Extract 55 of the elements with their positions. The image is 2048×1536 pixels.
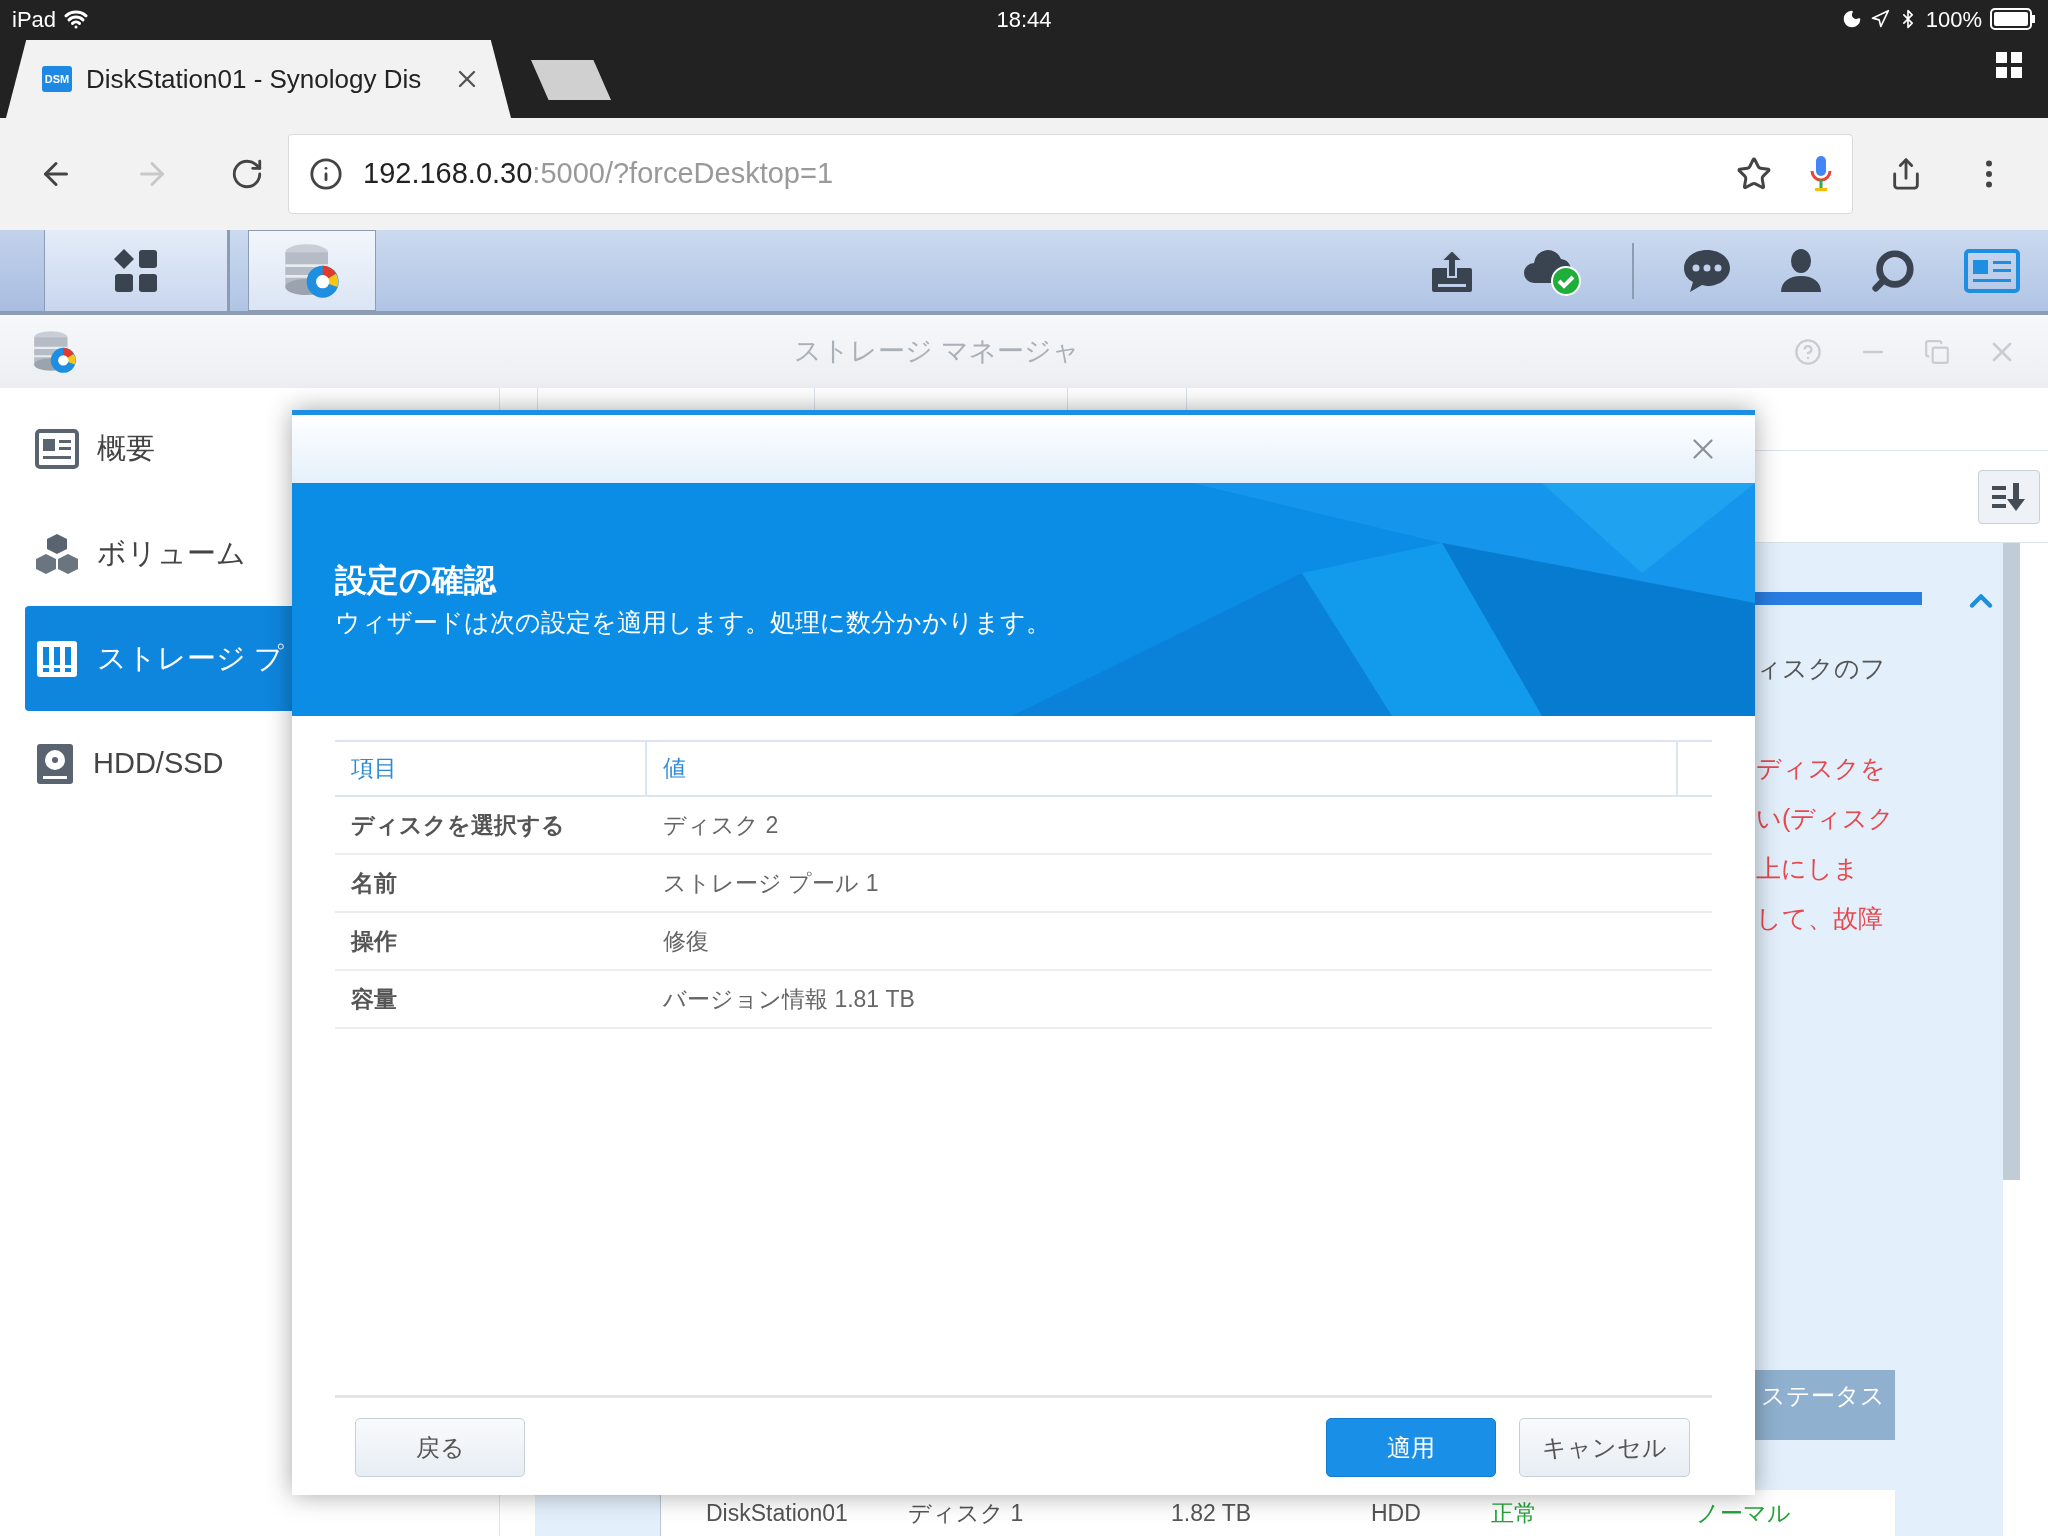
- dialog-title: 設定の確認: [335, 561, 498, 600]
- table-cell-text: DiskStation01: [706, 1498, 849, 1528]
- panel-text: して、故障: [1756, 903, 1884, 934]
- sort-button[interactable]: [1978, 469, 2040, 524]
- star-icon[interactable]: [1736, 156, 1772, 192]
- user-icon[interactable]: [1780, 247, 1822, 294]
- table-cell-text: ノーマル: [1696, 1498, 1792, 1528]
- table-cell-text: 1.82 TB: [1171, 1498, 1253, 1528]
- table-cell-text: ストレージ プール 1: [662, 868, 879, 898]
- panel-text: ィスクのフ: [1756, 653, 1887, 684]
- table-cell-text: ディスクを選択する: [350, 810, 566, 840]
- table-cell-text: HDD: [1371, 1498, 1422, 1528]
- tab-switcher-icon[interactable]: [1996, 52, 2022, 78]
- main-menu-button[interactable]: [45, 230, 230, 311]
- taskbar-handle[interactable]: [0, 230, 45, 311]
- id-card-icon: [35, 428, 79, 469]
- reload-icon[interactable]: [230, 157, 264, 191]
- sidebar-item[interactable]: 概要: [25, 396, 499, 501]
- storage-manager-taskbar-button[interactable]: [248, 230, 376, 311]
- microphone-icon[interactable]: [1810, 155, 1832, 193]
- sort-icon: [1992, 482, 2026, 511]
- table-cell-text: ディスク 1: [908, 1498, 1025, 1528]
- address-field[interactable]: 192.168.0.30:5000/?forceDesktop=1: [288, 134, 1853, 214]
- info-icon: [309, 157, 343, 191]
- storage-pool-icon: [35, 638, 79, 679]
- table-cell-text: バージョン情報 1.81 TB: [662, 984, 915, 1014]
- url-text: 192.168.0.30:5000/?forceDesktop=1: [363, 156, 833, 192]
- column-header: 項目: [335, 742, 647, 795]
- clock: 18:44: [996, 5, 1052, 34]
- table-cell-text: 正常: [1491, 1498, 1538, 1528]
- device-name: iPad: [12, 5, 57, 34]
- panel-text: 上にしま: [1756, 853, 1860, 884]
- tab-title: DiskStation01 - Synology Dis: [86, 62, 423, 96]
- window-title: ストレージ マネージャ: [794, 335, 1080, 369]
- battery-icon: [1990, 8, 2036, 30]
- table-cell-text: 名前: [350, 868, 398, 898]
- table-cell-text: ディスク 2: [662, 810, 779, 840]
- search-icon[interactable]: [1870, 247, 1916, 294]
- favicon: DSM: [42, 66, 72, 92]
- column-header: 値: [647, 742, 1678, 795]
- moon-icon: [1841, 9, 1862, 29]
- location-icon: [1869, 9, 1890, 29]
- browser-tab[interactable]: DSM DiskStation01 - Synology Dis: [6, 40, 511, 118]
- cancel-button[interactable]: キャンセル: [1519, 1418, 1690, 1477]
- battery-percent: 100%: [1925, 5, 1982, 34]
- cubes-icon: [35, 531, 79, 576]
- chat-icon[interactable]: [1682, 247, 1732, 294]
- panel-text: い(ディスク: [1756, 803, 1896, 834]
- table-cell-text: 修復: [662, 926, 709, 956]
- table-cell-text: 操作: [349, 926, 398, 956]
- back-button[interactable]: 戻る: [355, 1418, 525, 1477]
- column-header: ステータス: [1761, 1381, 1885, 1411]
- table-cell-text: 容量: [350, 984, 398, 1014]
- grid-icon: [113, 247, 159, 294]
- panel-text: ディスクを: [1756, 753, 1887, 784]
